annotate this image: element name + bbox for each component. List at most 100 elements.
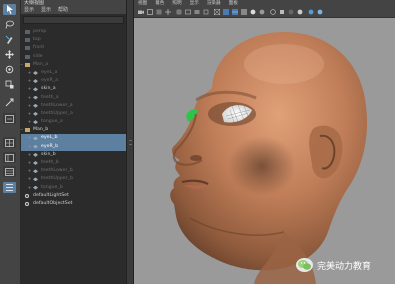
grid-icon[interactable] <box>176 9 182 15</box>
motion-blur-icon[interactable] <box>297 9 303 15</box>
move-icon[interactable] <box>3 49 16 60</box>
outliner-row[interactable]: + eyeR_b <box>21 142 126 151</box>
outliner-row[interactable]: + teeth_b <box>21 159 126 167</box>
outliner-row[interactable]: defaultObjectSet <box>21 200 126 208</box>
film-gate-icon[interactable] <box>185 9 191 15</box>
mesh-icon <box>33 185 38 190</box>
depth-of-field-icon[interactable] <box>317 9 323 15</box>
outliner-row[interactable]: + eyeR_a <box>21 77 126 85</box>
mesh-icon <box>33 111 38 116</box>
outliner-row[interactable]: + teethUpper_a <box>21 110 126 118</box>
expand-toggle-icon[interactable]: + <box>27 118 32 126</box>
menu-show[interactable]: 显示 <box>41 7 51 14</box>
lasso-icon[interactable] <box>3 19 16 30</box>
paint-select-icon[interactable] <box>3 34 16 45</box>
xray-icon[interactable] <box>270 9 276 15</box>
outliner-tree: persp top front side − Man_a + eyeL_a + eyeR_a + sk… <box>19 28 126 208</box>
outliner-row[interactable]: defaultLightSet <box>21 192 126 200</box>
menu-panels[interactable]: 面板 <box>229 0 238 8</box>
wireframe-on-shaded-icon[interactable] <box>232 9 238 15</box>
scale-icon[interactable] <box>3 79 16 90</box>
forehead-highlight <box>244 44 324 84</box>
isolate-select-icon[interactable] <box>279 9 285 15</box>
outliner-row[interactable]: + teeth_a <box>21 94 126 102</box>
resolution-gate-icon[interactable] <box>194 9 200 15</box>
camera-icon[interactable] <box>138 9 144 15</box>
outliner-menubar: 显示 显示 帮助 <box>21 7 126 14</box>
menu-display[interactable]: 显示 <box>24 7 34 14</box>
menu-shading[interactable]: 着色 <box>155 0 164 8</box>
select-arrow-icon[interactable] <box>3 4 16 15</box>
outliner-row[interactable]: top <box>21 36 126 44</box>
outliner-row[interactable]: side <box>21 53 126 61</box>
expand-toggle-icon[interactable]: − <box>19 126 24 134</box>
mesh-icon <box>33 144 38 149</box>
expand-toggle-icon[interactable]: + <box>27 151 32 159</box>
expand-toggle-icon[interactable]: + <box>27 85 32 93</box>
outliner-layout-icon[interactable] <box>3 182 16 193</box>
image-plane-icon[interactable] <box>156 9 162 15</box>
outliner-row-label: teeth_b <box>41 160 59 165</box>
smooth-shade-icon[interactable] <box>223 9 229 15</box>
outliner-row-label: side <box>33 53 43 59</box>
outliner-row[interactable]: + skin_b <box>21 151 126 159</box>
expand-toggle-icon[interactable]: + <box>27 69 32 77</box>
expand-toggle-icon[interactable]: + <box>27 175 32 183</box>
expand-toggle-icon[interactable]: + <box>27 77 32 85</box>
outliner-row[interactable]: + skin_a <box>21 85 126 93</box>
layout-four-icon[interactable] <box>3 137 16 148</box>
shadows-icon[interactable] <box>259 9 265 15</box>
outliner-row-label: Man_a <box>33 61 49 67</box>
outliner-row[interactable]: persp <box>21 28 126 36</box>
bookmark-icon[interactable] <box>147 9 153 15</box>
rotate-icon[interactable] <box>3 64 16 75</box>
mesh-icon <box>33 177 38 182</box>
expand-toggle-icon[interactable]: + <box>27 102 32 110</box>
outliner-search-field[interactable] <box>23 16 124 24</box>
ambient-occlusion-icon[interactable] <box>288 9 294 15</box>
cheek-shadow <box>228 136 296 196</box>
last-tool-icon[interactable] <box>3 97 16 108</box>
wireframe-icon[interactable] <box>213 8 221 16</box>
mesh-icon <box>33 152 38 157</box>
camera-icon <box>25 46 30 51</box>
expand-toggle-icon[interactable]: + <box>27 94 32 102</box>
outliner-row-label: top <box>33 37 41 43</box>
outliner-row[interactable]: + teethUpper_b <box>21 175 126 183</box>
menu-lighting[interactable]: 照明 <box>172 0 181 8</box>
set-icon <box>25 201 29 206</box>
2d-pan-icon[interactable] <box>165 9 171 15</box>
expand-toggle-icon[interactable]: + <box>27 110 32 118</box>
outliner-row[interactable]: front <box>21 44 126 52</box>
outliner-row[interactable]: + eyeL_a <box>21 69 126 77</box>
group-icon <box>25 128 30 133</box>
layout-single-icon[interactable] <box>3 113 16 124</box>
expand-toggle-icon[interactable]: + <box>27 143 32 151</box>
panel-splitter[interactable] <box>126 0 134 284</box>
menu-help[interactable]: 帮助 <box>58 7 68 14</box>
menu-show[interactable]: 显示 <box>190 0 199 8</box>
anti-alias-icon[interactable] <box>308 9 314 15</box>
outliner-row[interactable]: + teethLower_b <box>21 167 126 175</box>
menu-renderer[interactable]: 渲染器 <box>207 0 221 8</box>
textured-icon[interactable] <box>241 9 247 15</box>
viewport-toolbar <box>134 8 395 18</box>
layout-stack-icon[interactable] <box>3 166 16 177</box>
outliner-row[interactable]: + teethLower_a <box>21 102 126 110</box>
expand-toggle-icon[interactable]: + <box>27 184 32 192</box>
menu-view[interactable]: 视图 <box>138 0 147 8</box>
layout-side-icon[interactable] <box>3 152 16 163</box>
3d-viewport[interactable] <box>134 18 395 284</box>
outliner-row[interactable]: + tongue_a <box>21 118 126 126</box>
expand-toggle-icon[interactable]: + <box>27 134 32 142</box>
expand-toggle-icon[interactable]: + <box>27 159 32 167</box>
lights-icon[interactable] <box>250 9 256 15</box>
outliner-row[interactable]: + eyeL_b <box>21 134 126 143</box>
outliner-row[interactable]: − Man_b <box>19 126 126 134</box>
expand-toggle-icon[interactable]: + <box>27 167 32 175</box>
expand-toggle-icon[interactable]: − <box>19 61 24 69</box>
outliner-row[interactable]: + tongue_b <box>21 184 126 192</box>
outliner-row[interactable]: − Man_a <box>19 61 126 69</box>
head-model[interactable] <box>134 18 395 284</box>
gate-mask-icon[interactable] <box>203 9 209 15</box>
